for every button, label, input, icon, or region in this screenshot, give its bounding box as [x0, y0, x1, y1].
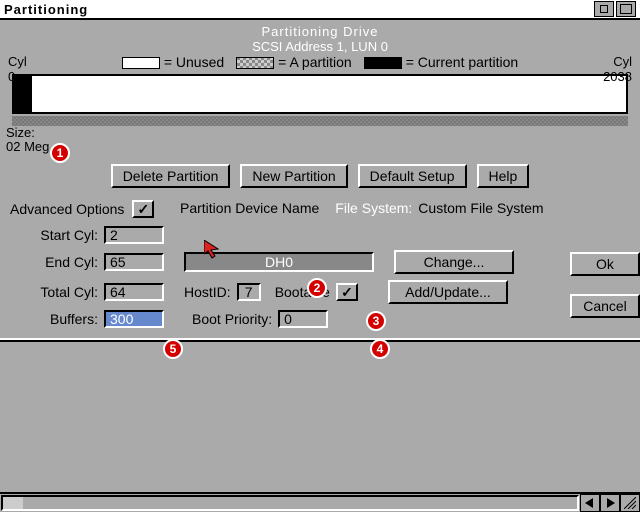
titlebar-gadgets — [594, 1, 636, 17]
scroll-left-button[interactable] — [580, 494, 600, 512]
hostid-label: HostID: — [184, 284, 231, 300]
title-bar: Partitioning — [0, 0, 640, 20]
total-cyl-input[interactable]: 64 — [104, 283, 164, 301]
buffers-input[interactable]: 300 — [104, 310, 164, 328]
start-cyl-input[interactable]: 2 — [104, 226, 164, 244]
new-partition-button[interactable]: New Partition — [240, 164, 347, 188]
legend: = Unused = A partition = Current partiti… — [0, 54, 640, 70]
ok-button[interactable]: Ok — [570, 252, 640, 276]
boot-priority-input[interactable]: 0 — [278, 310, 328, 328]
delete-partition-button[interactable]: Delete Partition — [111, 164, 231, 188]
advanced-options-label: Advanced Options — [10, 201, 124, 217]
file-system-value: Custom File System — [418, 200, 543, 216]
change-button[interactable]: Change... — [394, 250, 514, 274]
annotation-marker-2: 2 — [307, 278, 327, 298]
horizontal-scrollbar — [0, 492, 640, 512]
cyl-right-value: 2038 — [603, 69, 632, 84]
hostid-input[interactable]: 7 — [237, 283, 261, 301]
swatch-partition — [236, 57, 274, 69]
depth-gadget[interactable] — [616, 1, 636, 17]
legend-current: = Current partition — [406, 54, 518, 70]
add-update-button[interactable]: Add/Update... — [388, 280, 508, 304]
annotation-marker-5: 5 — [163, 339, 183, 359]
form-area: Advanced Options ✓ Partition Device Name… — [0, 200, 640, 328]
legend-partition: = A partition — [278, 54, 352, 70]
cancel-button[interactable]: Cancel — [570, 294, 640, 318]
swatch-unused — [122, 57, 160, 69]
legend-unused: = Unused — [164, 54, 224, 70]
page-title: Partitioning Drive — [0, 20, 640, 39]
cyl-left-label: Cyl — [8, 54, 27, 69]
boot-priority-label: Boot Priority: — [192, 311, 272, 327]
scroll-right-button[interactable] — [600, 494, 620, 512]
help-button[interactable]: Help — [477, 164, 530, 188]
partition-slider-track[interactable] — [12, 116, 628, 126]
file-system-label: File System: — [335, 200, 412, 216]
default-setup-button[interactable]: Default Setup — [358, 164, 467, 188]
partition-device-name-label: Partition Device Name — [180, 200, 319, 216]
cyl-right-label: Cyl — [603, 54, 632, 69]
button-row: Delete Partition New Partition Default S… — [0, 164, 640, 188]
current-partition-segment[interactable] — [14, 76, 32, 112]
divider — [0, 338, 640, 342]
start-cyl-label: Start Cyl: — [10, 227, 98, 243]
total-cyl-label: Total Cyl: — [10, 284, 98, 300]
mouse-pointer-icon — [204, 240, 226, 262]
swatch-current — [364, 57, 402, 69]
window-title: Partitioning — [4, 2, 88, 17]
device-name-value: DH0 — [265, 254, 293, 270]
scrollbar-thumb[interactable] — [3, 497, 23, 509]
annotation-marker-1: 1 — [50, 143, 70, 163]
size-label: Size: — [0, 126, 640, 140]
annotation-marker-3: 3 — [366, 311, 386, 331]
zoom-gadget[interactable] — [594, 1, 614, 17]
end-cyl-input[interactable]: 65 — [104, 253, 164, 271]
page-subtitle: SCSI Address 1, LUN 0 — [0, 39, 640, 54]
bootable-checkbox[interactable]: ✓ — [336, 283, 358, 301]
end-cyl-label: End Cyl: — [10, 254, 98, 270]
scrollbar-track[interactable] — [1, 495, 579, 511]
buffers-label: Buffers: — [10, 311, 98, 327]
resize-gadget[interactable] — [620, 494, 640, 512]
size-value: 02 Meg — [0, 140, 640, 154]
annotation-marker-4: 4 — [370, 339, 390, 359]
advanced-options-checkbox[interactable]: ✓ — [132, 200, 154, 218]
partition-bar[interactable] — [12, 74, 628, 114]
